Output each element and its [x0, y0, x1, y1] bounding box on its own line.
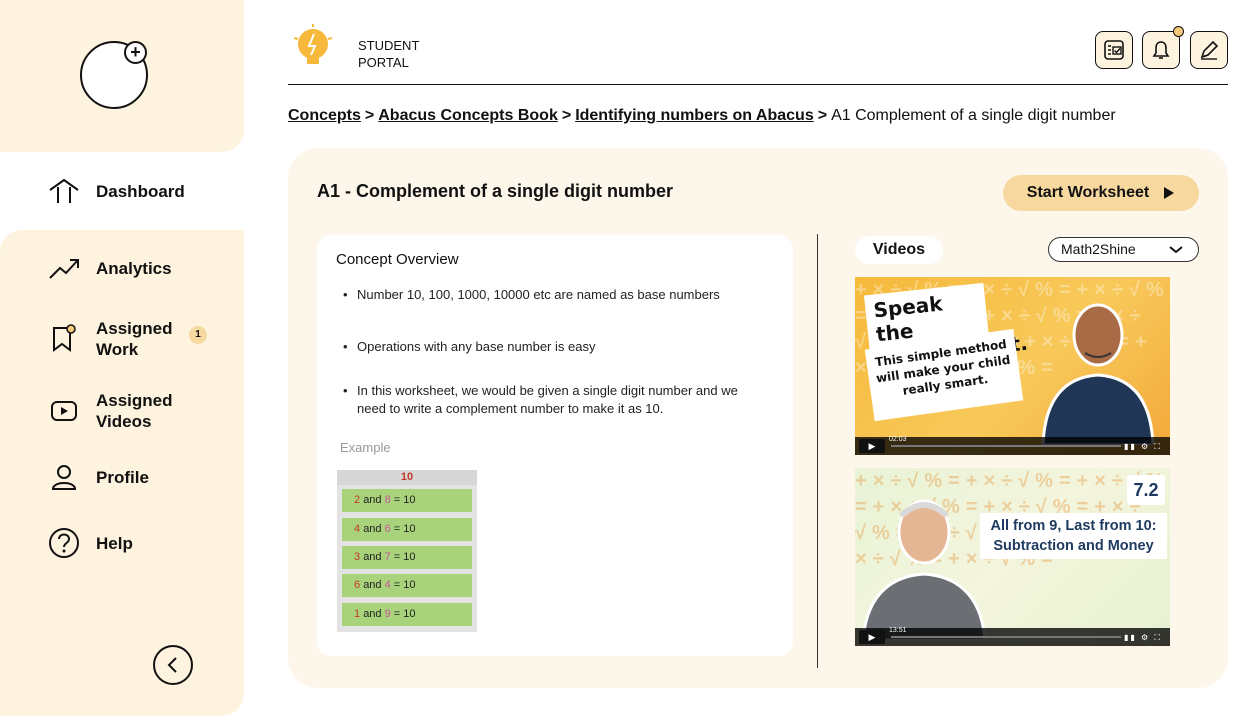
start-worksheet-button[interactable]: Start Worksheet [1003, 175, 1199, 211]
sidebar-item-analytics[interactable]: Analytics [44, 250, 172, 286]
video-time: 02:03 [889, 436, 907, 443]
presenter-image [1041, 303, 1155, 445]
content-divider [817, 234, 818, 668]
sidebar-item-profile[interactable]: Profile [44, 459, 149, 495]
sidebar-item-label: Assigned Work [96, 319, 173, 359]
example-label: Example [340, 440, 391, 455]
portal-title-line2: PORTAL [358, 55, 409, 70]
help-icon [44, 525, 84, 561]
video-progress-bar[interactable] [891, 445, 1121, 447]
example-table-header: 10 [337, 470, 477, 485]
breadcrumb-separator: > [561, 107, 572, 124]
start-worksheet-label: Start Worksheet [1026, 184, 1150, 201]
sidebar-item-dashboard[interactable]: Dashboard [24, 153, 244, 229]
checklist-button[interactable] [1095, 31, 1133, 69]
breadcrumb-link-abacus-book[interactable]: Abacus Concepts Book [378, 107, 558, 124]
portal-title: STUDENT PORTAL [358, 37, 448, 71]
overview-bullet: Number 10, 100, 1000, 10000 etc are name… [343, 286, 763, 304]
example-row: 3 and 7 = 10 [342, 546, 472, 569]
example-row: 1 and 9 = 10 [342, 603, 472, 626]
video-player[interactable]: +×÷√%=+×÷√%=+×÷√%=+×÷√%=+×÷√%=+×÷√%=+×÷√… [855, 468, 1170, 646]
channel-select-value: Math2Shine [1061, 241, 1136, 257]
notification-dot [1173, 26, 1184, 37]
edit-button[interactable] [1190, 31, 1228, 69]
trend-icon [44, 250, 84, 286]
breadcrumb-separator: > [364, 107, 375, 124]
overview-bullet: Operations with any base number is easy [343, 338, 763, 356]
video-progress-bar[interactable] [891, 636, 1121, 638]
chevron-down-icon [1169, 246, 1183, 254]
video-icon [44, 393, 84, 429]
example-row: 4 and 6 = 10 [342, 518, 472, 541]
lightbulb-logo-icon [290, 24, 336, 72]
overview-bullet-text: Operations with any base number is easy [357, 339, 596, 354]
example-table: 10 2 and 8 = 10 4 and 6 = 10 3 and 7 = 1… [337, 470, 477, 632]
play-button[interactable]: ▶ [859, 630, 885, 644]
bell-icon [1152, 41, 1170, 59]
sidebar-item-assigned-work[interactable]: Assigned Work [44, 318, 186, 360]
portal-title-line1: STUDENT [358, 38, 420, 53]
sidebar-item-assigned-videos[interactable]: Assigned Videos [44, 390, 186, 432]
channel-select[interactable]: Math2Shine [1048, 237, 1199, 262]
video-player[interactable]: +×÷√%=+×÷√%=+×÷√%=+×÷√%=+×÷√%=+×÷√%=+×÷√… [855, 277, 1170, 455]
sidebar-item-label: Dashboard [96, 181, 185, 201]
concept-overview-title: Concept Overview [336, 251, 459, 268]
video-settings-icons[interactable]: ▮▮ ⚙ ⛶ [1124, 442, 1162, 452]
sidebar-item-label: Help [96, 533, 133, 553]
presenter-image [861, 499, 987, 640]
header-divider [288, 84, 1228, 85]
videos-label: Videos [855, 236, 943, 264]
notifications-button[interactable] [1142, 31, 1180, 69]
sidebar-item-help[interactable]: Help [44, 525, 133, 561]
home-icon [44, 173, 84, 209]
breadcrumb: Concepts > Abacus Concepts Book > Identifyin… [288, 106, 1116, 126]
user-icon [44, 459, 84, 495]
concept-title: A1 - Complement of a single digit number [317, 181, 674, 201]
video-time: 13:51 [889, 627, 907, 634]
example-row: 6 and 4 = 10 [342, 574, 472, 597]
play-icon [1164, 187, 1175, 199]
sidebar-item-label: Analytics [96, 258, 172, 278]
breadcrumb-link-identifying-numbers[interactable]: Identifying numbers on Abacus [575, 107, 814, 124]
assigned-work-count-badge: 1 [189, 326, 207, 344]
pen-icon [1200, 40, 1219, 60]
play-button[interactable]: ▶ [859, 439, 885, 453]
sidebar-item-label: Profile [96, 467, 149, 487]
breadcrumb-current: A1 Complement of a single digit number [831, 107, 1116, 124]
video-number: 7.2 [1127, 475, 1165, 505]
assignment-icon [44, 321, 84, 357]
checklist-icon [1104, 40, 1124, 60]
overview-bullet: In this worksheet, we would be given a s… [343, 382, 763, 418]
sidebar-item-label: Assigned Videos [96, 391, 173, 431]
collapse-sidebar-button[interactable] [153, 645, 193, 685]
add-avatar-icon[interactable]: + [124, 41, 147, 64]
overview-bullet-text: In this worksheet, we would be given a s… [357, 383, 738, 416]
breadcrumb-link-concepts[interactable]: Concepts [288, 107, 361, 124]
video-caption: All from 9, Last from 10: Subtraction an… [980, 513, 1167, 559]
overview-bullet-text: Number 10, 100, 1000, 10000 etc are name… [357, 287, 720, 302]
example-row: 2 and 8 = 10 [342, 489, 472, 512]
breadcrumb-separator: > [817, 107, 828, 124]
concept-overview-panel: Concept Overview Number 10, 100, 1000, 1… [317, 235, 793, 656]
video-settings-icons[interactable]: ▮▮ ⚙ ⛶ [1124, 633, 1162, 643]
chevron-left-icon [167, 657, 177, 673]
